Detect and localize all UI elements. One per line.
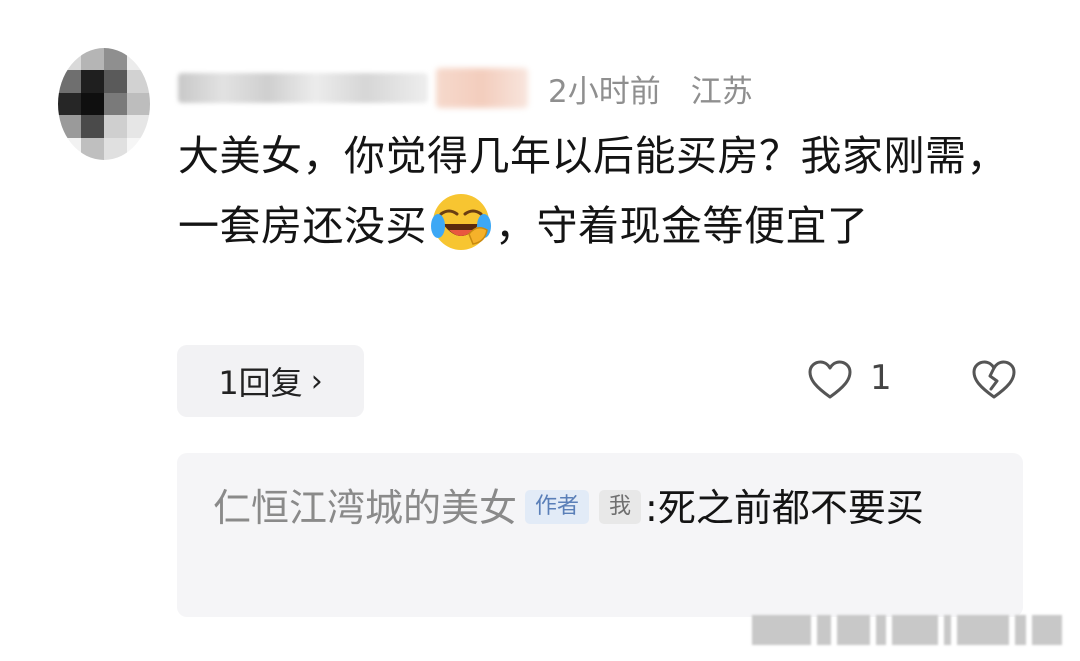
chevron-right-icon: › (310, 363, 323, 399)
broken-heart-icon[interactable] (970, 356, 1018, 404)
comment-meta: 2小时前 江苏 (178, 64, 753, 112)
avatar[interactable] (58, 48, 150, 160)
reply-preview[interactable]: 仁恒江湾城的美女 作者我:死之前都不要买 (177, 453, 1023, 617)
laughing-crying-emoji-icon (429, 190, 493, 254)
watermark (752, 612, 1062, 648)
reply-preview-content: 仁恒江湾城的美女 作者我:死之前都不要买 (213, 477, 973, 539)
reply-author[interactable]: 仁恒江湾城的美女 (213, 486, 517, 530)
user-badge-blurred (436, 68, 528, 108)
reply-colon: : (645, 486, 658, 530)
me-tag: 我 (599, 490, 642, 524)
comment-time: 2小时前 (548, 73, 661, 110)
heart-outline-icon[interactable] (806, 356, 854, 404)
like-count: 1 (870, 358, 892, 398)
view-replies-button[interactable]: 1回复 › (177, 345, 364, 417)
comment-text-part2: ，守着现金等便宜了 (495, 202, 869, 250)
comment-location: 江苏 (690, 73, 753, 110)
comment-text: 大美女，你觉得几年以后能买房？我家刚需，一套房还没买 ，守着现金等便宜了 (178, 122, 1028, 260)
reply-text: 死之前都不要买 (657, 486, 924, 530)
author-tag: 作者 (525, 490, 590, 524)
username-blurred[interactable] (178, 73, 428, 103)
view-replies-label: 1回复 (218, 364, 303, 402)
